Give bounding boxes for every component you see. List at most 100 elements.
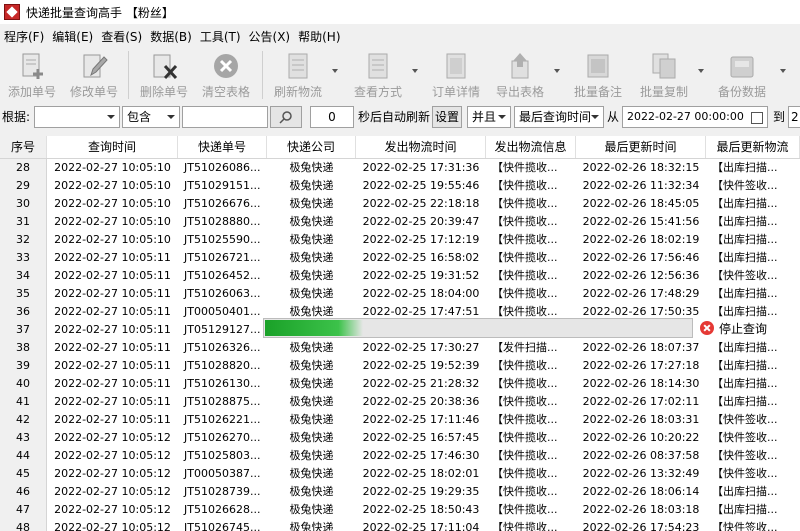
- table-row[interactable]: 32 2022-02-27 10:05:10 JT51025590... 极兔快递 20…: [0, 231, 800, 249]
- ship-time-cell: 2022-02-25 17:46:30: [362, 449, 480, 462]
- logic-select[interactable]: 并且: [467, 106, 511, 128]
- tracking-number-cell: JT51026086...: [184, 161, 261, 174]
- column-header-last-update-info[interactable]: 最后更新物流: [706, 136, 800, 158]
- menu-notice[interactable]: 公告(X): [245, 28, 295, 45]
- delete-number-button[interactable]: 删除单号: [132, 47, 196, 103]
- backup-dropdown-arrow-icon[interactable]: [780, 69, 786, 73]
- refresh-logistics-label: 刷新物流: [273, 85, 322, 99]
- tracking-number-cell: JT05129127...: [184, 323, 261, 336]
- table-row[interactable]: 31 2022-02-27 10:05:10 JT51028880... 极兔快递 20…: [0, 213, 800, 231]
- keyword-input[interactable]: [182, 106, 268, 128]
- table-row[interactable]: 46 2022-02-27 10:05:12 JT51028739... 极兔快递 20…: [0, 483, 800, 501]
- last-update-info-cell: 【快件签收...: [712, 179, 778, 192]
- query-time-cell: 2022-02-27 10:05:10: [54, 161, 171, 174]
- ship-time-cell: 2022-02-25 21:28:32: [362, 377, 480, 390]
- ship-info-cell: 【快件揽收...: [492, 233, 558, 246]
- table-row[interactable]: 40 2022-02-27 10:05:11 JT51026130... 极兔快递 20…: [0, 375, 800, 393]
- column-header-ship-time[interactable]: 发出物流时间: [356, 136, 486, 158]
- row-index: 47: [0, 501, 47, 519]
- table-row[interactable]: 48 2022-02-27 10:05:12 JT51026745... 极兔快递 20…: [0, 519, 800, 531]
- courier-cell: 极兔快递: [289, 521, 334, 531]
- column-header-query-time[interactable]: 查询时间: [47, 136, 178, 158]
- from-date-picker[interactable]: 2022-02-27 00:00:00: [622, 106, 768, 128]
- export-dropdown-arrow-icon[interactable]: [554, 69, 560, 73]
- courier-cell: 极兔快递: [289, 161, 334, 174]
- refresh-logistics-button[interactable]: 刷新物流: [266, 47, 330, 103]
- table-row[interactable]: 43 2022-02-27 10:05:12 JT51026270... 极兔快递 20…: [0, 429, 800, 447]
- table-row[interactable]: 30 2022-02-27 10:05:10 JT51026676... 极兔快递 20…: [0, 195, 800, 213]
- column-header-index[interactable]: 序号: [0, 136, 47, 158]
- query-time-cell: 2022-02-27 10:05:11: [54, 413, 171, 426]
- query-time-cell: 2022-02-27 10:05:12: [54, 521, 171, 531]
- menu-tools[interactable]: 工具(T): [196, 28, 245, 45]
- copy-dropdown-arrow-icon[interactable]: [698, 69, 704, 73]
- table-row[interactable]: 34 2022-02-27 10:05:11 JT51026452... 极兔快递 20…: [0, 267, 800, 285]
- table-row[interactable]: 45 2022-02-27 10:05:12 JT00050387... 极兔快递 20…: [0, 465, 800, 483]
- refresh-dropdown-arrow-icon[interactable]: [332, 69, 338, 73]
- table-row[interactable]: 35 2022-02-27 10:05:11 JT51026063... 极兔快递 20…: [0, 285, 800, 303]
- basis-select[interactable]: [34, 106, 120, 128]
- menu-view[interactable]: 查看(S): [97, 28, 146, 45]
- stop-query-button[interactable]: 停止查询: [700, 318, 767, 338]
- ship-info-cell: 【快件揽收...: [492, 269, 558, 282]
- menu-edit[interactable]: 编辑(E): [48, 28, 97, 45]
- table-row[interactable]: 38 2022-02-27 10:05:11 JT51026326... 极兔快递 20…: [0, 339, 800, 357]
- table-row[interactable]: 47 2022-02-27 10:05:12 JT51026628... 极兔快递 20…: [0, 501, 800, 519]
- view-mode-icon: [368, 53, 388, 79]
- add-number-button[interactable]: 添加单号: [0, 47, 64, 103]
- ship-time-cell: 2022-02-25 20:38:36: [362, 395, 480, 408]
- last-update-time-cell: 2022-02-26 18:45:05: [582, 197, 700, 210]
- view-dropdown-arrow-icon[interactable]: [412, 69, 418, 73]
- table-row[interactable]: 41 2022-02-27 10:05:11 JT51028875... 极兔快递 20…: [0, 393, 800, 411]
- clear-table-button[interactable]: 清空表格: [194, 47, 258, 103]
- ship-time-cell: 2022-02-25 17:12:19: [362, 233, 480, 246]
- query-time-cell: 2022-02-27 10:05:12: [54, 467, 171, 480]
- export-table-label: 导出表格: [495, 85, 544, 99]
- batch-copy-button[interactable]: 批量复制: [632, 47, 696, 103]
- row-index: 34: [0, 267, 47, 285]
- table-row[interactable]: 42 2022-02-27 10:05:11 JT51026221... 极兔快递 20…: [0, 411, 800, 429]
- query-time-cell: 2022-02-27 10:05:12: [54, 449, 171, 462]
- refresh-seconds-input[interactable]: 0: [310, 106, 354, 128]
- calendar-icon[interactable]: [751, 112, 763, 124]
- menu-data[interactable]: 数据(B): [146, 28, 196, 45]
- query-time-cell: 2022-02-27 10:05:10: [54, 179, 171, 192]
- view-mode-button[interactable]: 查看方式: [346, 47, 410, 103]
- courier-cell: 极兔快递: [289, 431, 334, 444]
- backup-data-button[interactable]: 备份数据: [710, 47, 774, 103]
- column-header-ship-info[interactable]: 发出物流信息: [486, 136, 576, 158]
- ship-info-cell: 【快件揽收...: [492, 359, 558, 372]
- settings-button[interactable]: 设置: [432, 106, 462, 128]
- match-select[interactable]: 包含: [122, 106, 180, 128]
- window-title: 快递批量查询高手 【粉丝】: [26, 5, 174, 20]
- to-date-picker[interactable]: 2: [788, 106, 800, 128]
- menu-program[interactable]: 程序(F): [0, 28, 48, 45]
- table-row[interactable]: 39 2022-02-27 10:05:11 JT51028820... 极兔快递 20…: [0, 357, 800, 375]
- search-button[interactable]: [270, 106, 302, 128]
- row-index: 28: [0, 159, 47, 177]
- courier-cell: 极兔快递: [289, 287, 334, 300]
- order-detail-button[interactable]: 订单详情: [424, 47, 488, 103]
- from-label: 从: [607, 110, 620, 124]
- menu-help[interactable]: 帮助(H): [294, 28, 344, 45]
- row-index: 30: [0, 195, 47, 213]
- table-row[interactable]: 29 2022-02-27 10:05:10 JT51029151... 极兔快递 20…: [0, 177, 800, 195]
- last-update-time-cell: 2022-02-26 15:41:56: [582, 215, 700, 228]
- stop-icon: [700, 321, 714, 335]
- batch-note-button[interactable]: 批量备注: [566, 47, 630, 103]
- table-row[interactable]: 28 2022-02-27 10:05:10 JT51026086... 极兔快递 20…: [0, 159, 800, 177]
- column-header-last-update-time[interactable]: 最后更新时间: [576, 136, 706, 158]
- last-update-info-cell: 【快件签收...: [712, 521, 778, 531]
- ship-time-cell: 2022-02-25 19:31:52: [362, 269, 480, 282]
- field-select[interactable]: 最后查询时间: [514, 106, 604, 128]
- export-table-button[interactable]: 导出表格: [488, 47, 552, 103]
- row-index: 46: [0, 483, 47, 501]
- edit-number-button[interactable]: 修改单号: [62, 47, 126, 103]
- column-header-tracking-number[interactable]: 快递单号: [178, 136, 267, 158]
- courier-cell: 极兔快递: [289, 503, 334, 516]
- column-header-courier[interactable]: 快递公司: [267, 136, 356, 158]
- table-row[interactable]: 33 2022-02-27 10:05:11 JT51026721... 极兔快递 20…: [0, 249, 800, 267]
- table-row[interactable]: 44 2022-02-27 10:05:12 JT51025803... 极兔快递 20…: [0, 447, 800, 465]
- query-time-cell: 2022-02-27 10:05:10: [54, 215, 171, 228]
- query-time-cell: 2022-02-27 10:05:12: [54, 503, 171, 516]
